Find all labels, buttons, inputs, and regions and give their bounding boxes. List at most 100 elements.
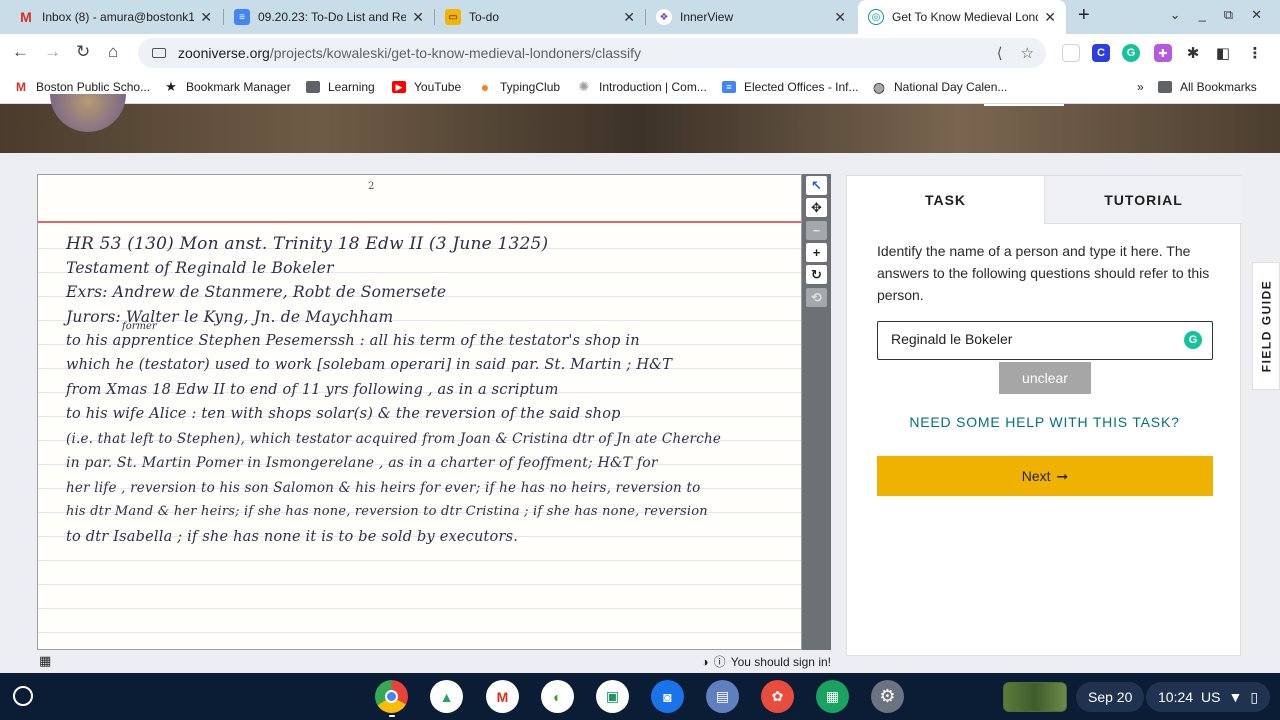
calendar-tray[interactable]: Sep 20: [1076, 682, 1145, 712]
field-guide-label: FIELD GUIDE: [1259, 279, 1274, 373]
all-bookmarks-button[interactable]: All Bookmarks: [1158, 80, 1257, 94]
handwritten-line: to his wife Alice : ten with shops solar…: [66, 406, 621, 422]
bookmark-bookmark-manager[interactable]: ★ Bookmark Manager: [164, 79, 291, 94]
tab-title: Get To Know Medieval Lond: [892, 10, 1039, 24]
subject-viewer[interactable]: 2 HR 53 (130) Mon anst. Trinity 18 Edw I…: [37, 174, 802, 650]
tab-zooniverse-active[interactable]: ◎ Get To Know Medieval Lond ✕: [858, 0, 1066, 34]
home-icon[interactable]: ⌂: [108, 42, 118, 62]
close-icon[interactable]: ✕: [200, 9, 212, 26]
back-arrow-icon[interactable]: ←: [12, 42, 29, 62]
field-guide-button[interactable]: FIELD GUIDE: [1252, 262, 1280, 390]
bookmark-elected-offices[interactable]: ≡ Elected Offices - Inf...: [722, 80, 859, 94]
reload-icon[interactable]: ↻: [76, 42, 90, 62]
drive-icon[interactable]: ▲: [430, 680, 463, 713]
bookmark-boston-public-schools[interactable]: M Boston Public Scho...: [14, 80, 150, 94]
minimize-icon[interactable]: _: [1199, 7, 1206, 23]
chevron-double-right-icon: »: [1137, 80, 1144, 94]
forward-arrow-icon[interactable]: →: [44, 42, 61, 62]
gmail-app-icon[interactable]: M: [486, 680, 519, 713]
cite-extension-icon[interactable]: C: [1092, 44, 1110, 62]
project-avatar[interactable]: [50, 94, 126, 132]
settings-icon[interactable]: ⚙: [871, 680, 904, 713]
handwritten-line: from Xmas 18 Edw II to end of 11 yrs fol…: [66, 382, 559, 398]
bookmark-introduction[interactable]: ✺ Introduction | Com...: [577, 79, 707, 94]
tab-todo-slides[interactable]: ▭ To-do ✕: [435, 2, 645, 32]
extensions-puzzle-icon[interactable]: ✱: [1184, 44, 1202, 62]
person-name-input[interactable]: Reginald le Bokeler G: [877, 321, 1213, 360]
browser-toolbar: ← → ↻ ⌂ zooniverse.org/projects/kowalesk…: [0, 34, 1280, 72]
tab-task[interactable]: TASK: [847, 176, 1044, 224]
tab-search-chevron-icon[interactable]: ⌄: [1170, 7, 1181, 23]
rotate-icon[interactable]: ↻: [806, 265, 827, 284]
info-icon[interactable]: ⓘ: [714, 653, 726, 670]
classroom-icon[interactable]: ▣: [596, 680, 629, 713]
star-icon: ★: [165, 79, 177, 94]
share-icon[interactable]: ⟨: [997, 44, 1003, 62]
shield-extension-icon[interactable]: [1062, 44, 1080, 62]
pointer-tool-icon[interactable]: ↖: [806, 176, 827, 195]
bookmark-star-icon[interactable]: ☆: [1021, 44, 1034, 62]
close-window-icon[interactable]: ✕: [1251, 7, 1262, 23]
bookmarks-overflow-button[interactable]: »: [1137, 80, 1144, 94]
chrome-icon[interactable]: [375, 680, 408, 713]
bookmark-label: YouTube: [414, 80, 462, 94]
reset-icon[interactable]: ⟲: [806, 288, 827, 307]
address-bar[interactable]: zooniverse.org/projects/kowaleski/get-to…: [138, 38, 1046, 68]
theme-toggle-icon[interactable]: ◑: [701, 655, 708, 669]
person-name-value: Reginald le Bokeler: [891, 331, 1013, 347]
tab-tutorial[interactable]: TUTORIAL: [1044, 176, 1242, 224]
zoom-in-icon[interactable]: +: [806, 243, 827, 262]
handwritten-line: Testament of Reginald le Bokeler: [66, 259, 334, 277]
globe-icon: ◍: [872, 78, 886, 95]
locale-text: US: [1201, 689, 1221, 705]
next-button[interactable]: Next ➞: [877, 456, 1213, 496]
close-icon[interactable]: ✕: [834, 9, 846, 26]
side-panel-icon[interactable]: ◧: [1214, 44, 1232, 62]
grammarly-icon[interactable]: G: [1184, 331, 1202, 349]
close-icon[interactable]: ✕: [623, 9, 635, 26]
tab-todo-doc[interactable]: ≡ 09.20.23: To-Do List and Res ✕: [224, 2, 434, 32]
bookmark-label: Elected Offices - Inf...: [744, 80, 859, 94]
zoom-out-icon[interactable]: −: [806, 221, 827, 240]
bookmark-learning[interactable]: Learning: [306, 80, 375, 94]
task-instructions: Identify the name of a person and type i…: [877, 243, 1210, 303]
task-help-link[interactable]: NEED SOME HELP WITH THIS TASK?: [847, 414, 1242, 430]
close-icon[interactable]: ✕: [412, 9, 424, 26]
filmstrip-icon[interactable]: ▦: [39, 653, 51, 669]
launcher-icon[interactable]: [13, 686, 33, 706]
close-icon[interactable]: ✕: [1044, 9, 1056, 26]
browser-tab-strip: M Inbox (8) - amura@bostonk12 ✕ ≡ 09.20.…: [0, 0, 1280, 34]
gmail-icon: M: [16, 80, 26, 94]
palette-icon[interactable]: ✿: [761, 680, 794, 713]
menu-kebab-icon[interactable]: ⋮: [1246, 44, 1264, 62]
slides-icon: ▭: [445, 9, 461, 25]
print-icon[interactable]: ▤: [706, 680, 739, 713]
docs-icon: ≡: [234, 9, 250, 25]
handwritten-line: in par. St. Martin Pomer in Ismongerelan…: [66, 455, 658, 471]
handwritten-superscript: former: [122, 321, 157, 332]
innerview-icon: ❖: [656, 9, 672, 25]
bookmark-national-day-calendar[interactable]: ◍ National Day Calen...: [872, 78, 1008, 95]
tab-gmail-inbox[interactable]: M Inbox (8) - amura@bostonk12 ✕: [8, 2, 222, 32]
index-card-text: HR 53 (130) Mon anst. Trinity 18 Edw II …: [38, 225, 801, 649]
camera-icon[interactable]: ◙: [651, 680, 684, 713]
grammarly-icon[interactable]: G: [1122, 44, 1140, 62]
bookmark-typingclub[interactable]: ● TypingClub: [478, 79, 560, 95]
os-shelf: ▲ M ◐ ▣ ◙ ▤ ✿ ▦ ⚙ Sep 20 10:24 US ▼ ▯: [0, 673, 1280, 720]
window-thumbnail[interactable]: [1003, 682, 1067, 712]
viewer-toolbar: ↖ ✥ − + ↻ ⟲: [802, 174, 831, 650]
unclear-button[interactable]: unclear: [999, 362, 1091, 394]
zooniverse-icon: ◎: [868, 9, 884, 25]
new-tab-icon[interactable]: +: [1078, 4, 1090, 27]
status-tray[interactable]: 10:24 US ▼ ▯: [1146, 682, 1271, 712]
handwritten-line: her life , reversion to his son Salomon …: [66, 480, 701, 496]
bookmark-label: Bookmark Manager: [186, 80, 291, 94]
bookmark-youtube[interactable]: ▶ YouTube: [392, 80, 461, 94]
move-tool-icon[interactable]: ✥: [806, 198, 827, 217]
restore-icon[interactable]: ⧉: [1224, 7, 1233, 23]
extension-purple-icon[interactable]: ✚: [1154, 44, 1172, 62]
ringcentral-icon[interactable]: ◐: [541, 680, 574, 713]
tab-innerview[interactable]: ❖ InnerView ✕: [646, 2, 856, 32]
reader-icon[interactable]: ▦: [816, 680, 849, 713]
site-info-icon[interactable]: [152, 48, 166, 58]
